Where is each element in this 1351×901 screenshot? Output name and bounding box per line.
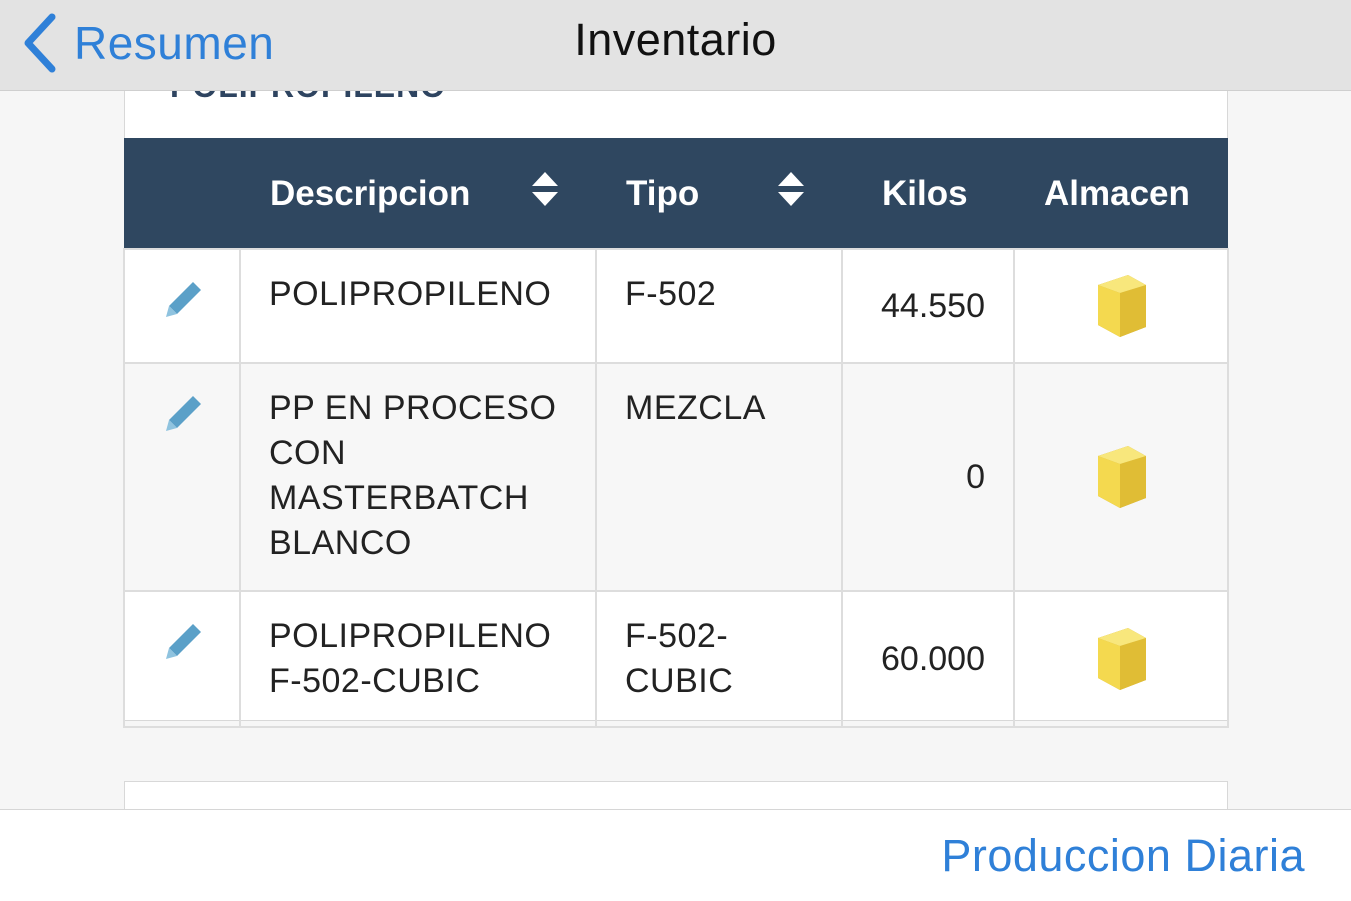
- box-icon[interactable]: [1090, 442, 1152, 512]
- tipo-text: MEZCLA: [625, 389, 766, 427]
- kilos-cell: 60.000: [841, 590, 1015, 728]
- header-kilos: Kilos: [842, 138, 1014, 249]
- descripcion-cell: PP EN PROCESO CON MASTERBATCH BLANCO: [239, 362, 597, 592]
- box-icon[interactable]: [1090, 624, 1152, 694]
- tipo-cell: F-502-CUBIC: [595, 590, 843, 728]
- section-title: POLIPROPILENO: [170, 91, 446, 105]
- header-tipo-label: Tipo: [626, 174, 700, 213]
- descripcion-cell: POLIPROPILENO: [239, 248, 597, 364]
- produccion-diaria-link[interactable]: Produccion Diaria: [941, 830, 1305, 882]
- kilos-value: 44.550: [881, 286, 985, 325]
- almacen-cell: [1013, 590, 1229, 728]
- header-descripcion-label: Descripcion: [270, 174, 471, 213]
- descripcion-text: POLIPROPILENO F-502-CUBIC: [269, 617, 552, 700]
- edit-cell: [123, 590, 241, 728]
- table-row: POLIPROPILENO F-502 44.550: [123, 248, 1229, 364]
- almacen-cell: [1013, 248, 1229, 364]
- content-area[interactable]: POLIPROPILENO Descripcion: [0, 91, 1351, 809]
- bottom-toolbar: Produccion Diaria: [0, 809, 1351, 901]
- kilos-value: 60.000: [881, 639, 985, 678]
- inventory-panel: POLIPROPILENO Descripcion: [123, 91, 1229, 728]
- tipo-text: F-502: [625, 275, 717, 313]
- tipo-cell: F-502: [595, 248, 843, 364]
- edit-cell: [123, 362, 241, 592]
- box-icon[interactable]: [1090, 271, 1152, 341]
- almacen-cell: [1013, 362, 1229, 592]
- header-edit: [124, 138, 240, 249]
- inventory-table: Descripcion Tipo Kilos Almacen POLIPROPI…: [123, 138, 1229, 728]
- kilos-cell: 0: [841, 362, 1015, 592]
- descripcion-text: POLIPROPILENO: [269, 275, 552, 313]
- tipo-text: F-502-CUBIC: [625, 617, 734, 700]
- header-almacen-label: Almacen: [1044, 174, 1190, 213]
- edit-cell: [123, 248, 241, 364]
- header-almacen: Almacen: [1014, 138, 1228, 249]
- pencil-icon[interactable]: [163, 620, 205, 662]
- pencil-icon[interactable]: [163, 392, 205, 434]
- kilos-cell: 44.550: [841, 248, 1015, 364]
- header-tipo[interactable]: Tipo: [596, 138, 842, 249]
- tipo-cell: MEZCLA: [595, 362, 843, 592]
- table-row: POLIPROPILENO F-502-CUBIC F-502-CUBIC 60…: [123, 590, 1229, 728]
- navigation-bar: Resumen Inventario: [0, 0, 1351, 91]
- sort-icon[interactable]: [778, 172, 804, 206]
- header-kilos-label: Kilos: [882, 174, 968, 213]
- next-card: [124, 781, 1228, 809]
- kilos-value: 0: [966, 457, 985, 496]
- descripcion-text: PP EN PROCESO CON MASTERBATCH BLANCO: [269, 389, 557, 562]
- page-title: Inventario: [574, 14, 777, 65]
- table-row: PP EN PROCESO CON MASTERBATCH BLANCO MEZ…: [123, 362, 1229, 592]
- descripcion-cell: POLIPROPILENO F-502-CUBIC: [239, 590, 597, 728]
- pencil-icon[interactable]: [163, 278, 205, 320]
- table-header-row: Descripcion Tipo Kilos Almacen: [124, 138, 1228, 249]
- sort-icon[interactable]: [532, 172, 558, 206]
- header-descripcion[interactable]: Descripcion: [240, 138, 596, 249]
